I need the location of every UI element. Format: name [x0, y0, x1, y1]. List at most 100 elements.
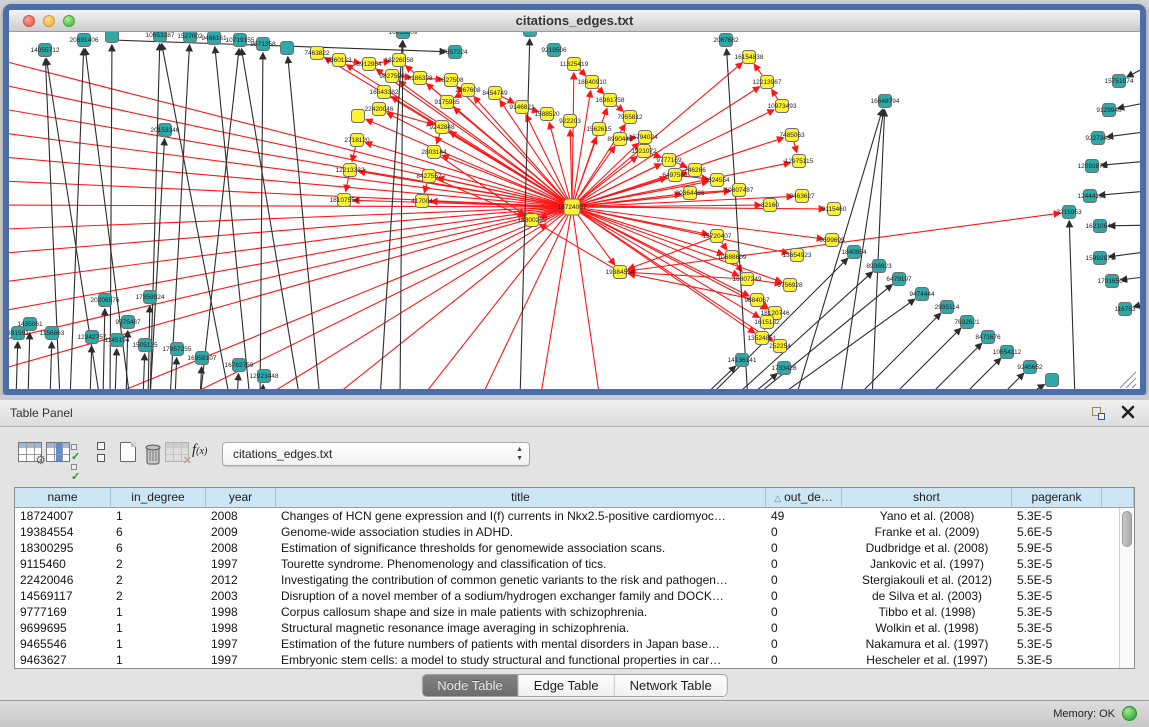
graph-edge[interactable]: [1101, 160, 1140, 165]
table-cell: 9777169: [15, 604, 111, 620]
graph-edge[interactable]: [578, 211, 755, 333]
table-row[interactable]: 946362711997Embryonic stem cells: a mode…: [15, 652, 1134, 668]
unselect-all-columns-button[interactable]: [97, 442, 106, 462]
tab-edge-table[interactable]: Edge Table: [518, 675, 614, 696]
graph-edge[interactable]: [175, 358, 177, 389]
graph-node[interactable]: [106, 32, 119, 43]
delete-columns-button[interactable]: [143, 442, 163, 466]
graph-edge[interactable]: [959, 358, 1001, 389]
graph-edge[interactable]: [925, 343, 982, 389]
table-row[interactable]: 1872400712008Changes of HCN gene express…: [15, 508, 1134, 524]
table-cell: 5.3E-5: [1012, 652, 1102, 668]
graph-edge[interactable]: [572, 73, 574, 200]
graph-node[interactable]: [352, 110, 365, 123]
graph-node[interactable]: [1046, 374, 1059, 387]
graph-edge[interactable]: [772, 90, 779, 100]
graph-edge[interactable]: [540, 225, 614, 269]
graph-edge[interactable]: [754, 64, 763, 76]
graph-edge[interactable]: [1127, 60, 1140, 77]
tab-network-table[interactable]: Network Table: [614, 675, 727, 696]
graph-edge[interactable]: [1069, 221, 1075, 389]
graph-edge[interactable]: [576, 146, 615, 201]
graph-edge[interactable]: [103, 309, 105, 389]
table-mode-button[interactable]: ⚙: [18, 442, 42, 462]
graph-edge[interactable]: [579, 207, 825, 209]
graph-edge[interactable]: [50, 342, 52, 389]
table-selector-combobox[interactable]: citations_edges.txt ▲▼: [222, 442, 530, 466]
graph-edge[interactable]: [143, 354, 145, 389]
column-header-title[interactable]: title: [276, 488, 766, 508]
network-canvas[interactable]: 1405571220891406106532871527002946616110…: [9, 32, 1140, 389]
table-row[interactable]: 969969511998Structural magnetic resonanc…: [15, 620, 1134, 636]
graph-node[interactable]: [281, 42, 294, 55]
graph-edge[interactable]: [115, 349, 117, 389]
delete-table-button-disabled[interactable]: ✕: [165, 442, 189, 462]
float-panel-icon[interactable]: [1092, 407, 1105, 420]
scrollbar-thumb[interactable]: [1122, 511, 1132, 547]
graph-edge[interactable]: [260, 53, 263, 389]
graph-edge[interactable]: [526, 115, 569, 201]
graph-edge[interactable]: [100, 210, 566, 389]
graph-edge[interactable]: [854, 313, 941, 389]
column-header-out_de[interactable]: △out_de…: [766, 488, 842, 508]
canvas-resize-grip[interactable]: [1132, 384, 1136, 388]
graph-edge[interactable]: [1099, 190, 1140, 195]
close-panel-icon[interactable]: [1121, 405, 1135, 419]
graph-edge[interactable]: [570, 130, 572, 200]
graph-edge[interactable]: [262, 385, 263, 389]
graph-edge[interactable]: [260, 211, 566, 389]
table-row[interactable]: 1938455462009Genome-wide association stu…: [15, 524, 1134, 540]
graph-edge[interactable]: [727, 49, 748, 389]
column-header-year[interactable]: year: [206, 488, 276, 508]
graph-edge[interactable]: [1107, 130, 1140, 137]
graph-edge[interactable]: [330, 211, 567, 389]
graph-edge[interactable]: [700, 366, 735, 389]
graph-edge[interactable]: [872, 110, 885, 389]
graph-edge[interactable]: [237, 374, 238, 389]
tab-node-table[interactable]: Node Table: [422, 675, 518, 696]
graph-edge[interactable]: [501, 96, 514, 103]
column-header-name[interactable]: name: [15, 488, 111, 508]
graph-edge[interactable]: [9, 105, 565, 206]
graph-edge[interactable]: [352, 147, 355, 161]
graph-edge[interactable]: [9, 208, 565, 255]
graph-edge[interactable]: [16, 342, 18, 389]
graph-edge[interactable]: [774, 299, 915, 389]
table-row[interactable]: 1830029562008Estimation of significance …: [15, 540, 1134, 556]
graph-edge[interactable]: [1019, 385, 1044, 389]
graph-edge[interactable]: [795, 110, 882, 389]
graph-edge[interactable]: [400, 41, 403, 389]
column-header-in_degree[interactable]: in_degree: [111, 488, 206, 508]
table-row[interactable]: 946554611997Estimation of the future num…: [15, 636, 1134, 652]
graph-edge[interactable]: [794, 142, 797, 153]
graph-edge[interactable]: [346, 177, 349, 191]
graph-edge[interactable]: [200, 49, 239, 389]
graph-edge[interactable]: [579, 209, 724, 254]
graph-edge[interactable]: [455, 93, 462, 97]
graph-edge[interactable]: [731, 272, 872, 389]
graph-edge[interactable]: [745, 374, 777, 389]
graph-edge[interactable]: [9, 205, 565, 207]
table-row[interactable]: 2242004622012Investigating the contribut…: [15, 572, 1134, 588]
select-all-columns-button[interactable]: ✓✓: [71, 442, 87, 464]
table-row[interactable]: 911546021997Tourette syndrome. Phenomeno…: [15, 556, 1134, 572]
column-header-short[interactable]: short: [842, 488, 1012, 508]
vertical-scrollbar[interactable]: [1119, 508, 1134, 668]
show-columns-button[interactable]: [46, 442, 70, 462]
graph-edge[interactable]: [721, 242, 727, 250]
graph-edge[interactable]: [90, 346, 92, 389]
column-header-pagerank[interactable]: pagerank: [1012, 488, 1102, 508]
memory-status-indicator[interactable]: [1122, 706, 1137, 721]
graph-edge[interactable]: [359, 171, 565, 205]
window-titlebar[interactable]: citations_edges.txt: [9, 10, 1140, 32]
graph-node-label: 9699695: [819, 237, 845, 244]
graph-edge[interactable]: [997, 373, 1024, 389]
graph-edge[interactable]: [170, 45, 190, 389]
new-table-button[interactable]: [120, 442, 136, 462]
table-row[interactable]: 1456911722003Disruption of a novel membe…: [15, 588, 1134, 604]
table-row[interactable]: 977716911998Corpus callosum shape and si…: [15, 604, 1134, 620]
graph-edge[interactable]: [889, 328, 961, 389]
canvas-resize-grip[interactable]: [1126, 378, 1136, 388]
graph-edge[interactable]: [150, 44, 160, 389]
function-builder-button[interactable]: f(x): [192, 442, 207, 459]
